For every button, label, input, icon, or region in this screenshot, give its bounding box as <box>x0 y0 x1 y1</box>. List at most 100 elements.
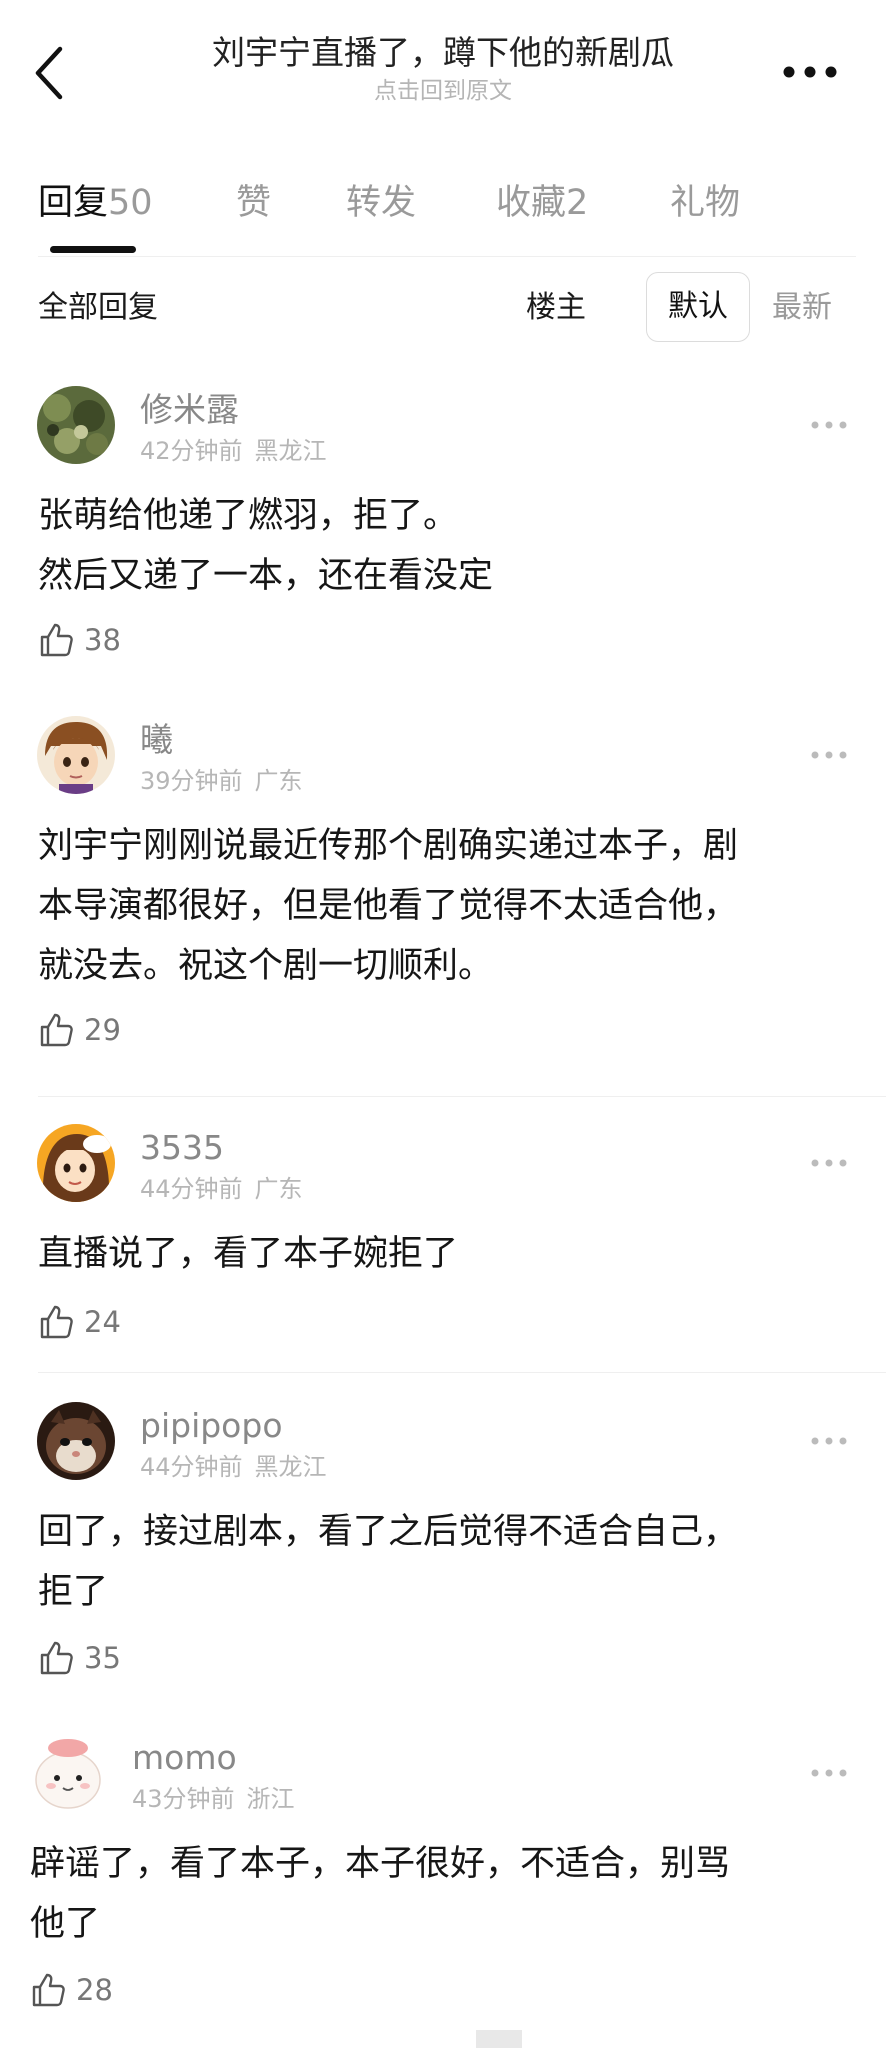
back-to-original-link[interactable]: 点击回到原文 <box>120 76 766 106</box>
username[interactable]: 曦 <box>140 720 173 760</box>
avatar[interactable] <box>37 1402 115 1480</box>
page-title: 刘宇宁直播了，蹲下他的新剧瓜 <box>212 33 674 72</box>
tab-replies[interactable]: 回复50 <box>38 180 153 226</box>
avatar-image <box>37 1124 115 1202</box>
filter-row: 全部回复 楼主 默认 最新 <box>0 268 886 348</box>
comment-meta: 43分钟前 浙江 <box>132 1784 295 1814</box>
thumbs-up-icon <box>40 1013 73 1047</box>
tab-reposts[interactable]: 转发 <box>346 180 416 226</box>
title-block: 刘宇宁直播了，蹲下他的新剧瓜 点击回到原文 <box>120 30 766 106</box>
comment-text: 张萌给他递了燃羽，拒了。 然后又递了一本，还在看没定 <box>38 486 858 606</box>
avatar-image <box>37 386 115 464</box>
tab-replies-label: 回复 <box>38 183 109 223</box>
comment-line: 张萌给他递了燃羽，拒了。 <box>38 496 459 536</box>
comment-line: 辟谣了，看了本子，本子很好，不适合，别骂 <box>30 1844 731 1884</box>
comment-time: 39分钟前 <box>140 767 243 795</box>
more-horizontal-icon <box>811 751 847 759</box>
thumbs-up-icon <box>40 1641 73 1675</box>
avatar-image <box>37 716 115 794</box>
tab-gifts-label: 礼物 <box>670 183 741 223</box>
more-horizontal-icon <box>811 1437 847 1445</box>
comment-meta: 44分钟前 黑龙江 <box>140 1452 327 1482</box>
avatar[interactable] <box>37 386 115 464</box>
like-button[interactable]: 24 <box>38 1304 121 1340</box>
comment-meta: 39分钟前 广东 <box>140 766 303 796</box>
more-horizontal-icon <box>811 1769 847 1777</box>
all-replies-label: 全部回复 <box>38 290 158 325</box>
comment-text: 直播说了，看了本子婉拒了 <box>38 1224 858 1284</box>
comment-more-button[interactable] <box>806 410 852 440</box>
tab-likes-label: 赞 <box>236 183 272 223</box>
comment-meta: 42分钟前 黑龙江 <box>140 436 327 466</box>
like-count: 29 <box>84 1013 121 1047</box>
more-horizontal-icon <box>811 421 847 429</box>
thumbs-up-icon <box>40 623 73 657</box>
back-button[interactable] <box>24 38 74 108</box>
comment-time: 44分钟前 <box>140 1453 243 1481</box>
comment-line: 回了，接过剧本，看了之后觉得不适合自己， <box>38 1512 739 1552</box>
chevron-left-icon <box>35 46 63 100</box>
username[interactable]: momo <box>132 1738 237 1778</box>
comment-divider <box>38 1096 886 1097</box>
comment-more-button[interactable] <box>806 740 852 770</box>
active-tab-indicator <box>50 246 136 253</box>
like-button[interactable]: 38 <box>38 622 121 658</box>
avatar[interactable] <box>37 1124 115 1202</box>
filter-default[interactable]: 默认 <box>646 272 750 342</box>
more-button[interactable] <box>780 52 840 92</box>
tab-favorites-label: 收藏 <box>496 183 567 223</box>
thumbs-up-icon <box>32 1973 65 2007</box>
comment-more-button[interactable] <box>806 1148 852 1178</box>
filter-owner[interactable]: 楼主 <box>526 288 586 328</box>
like-button[interactable]: 35 <box>38 1640 121 1676</box>
like-count: 38 <box>84 623 121 657</box>
username[interactable]: pipipopo <box>140 1406 283 1446</box>
avatar-image <box>37 1402 115 1480</box>
comment-line: 拒了 <box>38 1572 109 1612</box>
comment-text: 刘宇宁刚刚说最近传那个剧确实递过本子，剧 本导演都很好，但是他看了觉得不太适合他… <box>38 816 858 996</box>
comment-location: 浙江 <box>246 1785 295 1813</box>
comment-more-button[interactable] <box>806 1426 852 1456</box>
tab-reposts-label: 转发 <box>346 183 417 223</box>
comment-location: 广东 <box>254 767 303 795</box>
comment-time: 44分钟前 <box>140 1175 243 1203</box>
avatar[interactable] <box>37 716 115 794</box>
comment-text: 辟谣了，看了本子，本子很好，不适合，别骂 他了 <box>30 1834 850 1954</box>
like-count: 24 <box>84 1305 121 1339</box>
username[interactable]: 3535 <box>140 1128 224 1168</box>
thumbs-up-icon <box>40 1305 73 1339</box>
comment-meta: 44分钟前 广东 <box>140 1174 303 1204</box>
comment-divider <box>38 1372 886 1373</box>
tab-favorites-count: 2 <box>566 183 589 223</box>
top-bar: 刘宇宁直播了，蹲下他的新剧瓜 点击回到原文 <box>0 0 886 130</box>
bottom-scroll-marker <box>476 2030 522 2048</box>
like-button[interactable]: 29 <box>38 1012 121 1048</box>
avatar[interactable] <box>29 1734 107 1812</box>
like-count: 35 <box>84 1641 121 1675</box>
like-button[interactable]: 28 <box>30 1972 113 2008</box>
comment-location: 黑龙江 <box>254 1453 327 1481</box>
comment-line: 他了 <box>30 1904 101 1944</box>
tab-replies-count: 50 <box>108 183 153 223</box>
tab-bar: 回复50 赞 转发 收藏2 礼物 <box>0 170 886 258</box>
avatar-image <box>29 1734 107 1812</box>
comment-line: 刘宇宁刚刚说最近传那个剧确实递过本子，剧 <box>38 826 739 866</box>
comment-location: 黑龙江 <box>254 437 327 465</box>
comment-more-button[interactable] <box>806 1758 852 1788</box>
filter-latest[interactable]: 最新 <box>772 288 832 328</box>
comment-time: 42分钟前 <box>140 437 243 465</box>
comment-location: 广东 <box>254 1175 303 1203</box>
more-horizontal-icon <box>783 66 837 78</box>
tab-gifts[interactable]: 礼物 <box>670 180 740 226</box>
comment-line: 就没去。祝这个剧一切顺利。 <box>38 946 494 986</box>
comment-text: 回了，接过剧本，看了之后觉得不适合自己， 拒了 <box>38 1502 858 1622</box>
tab-likes[interactable]: 赞 <box>236 180 271 226</box>
comment-line: 然后又递了一本，还在看没定 <box>38 556 494 596</box>
like-count: 28 <box>76 1973 113 2007</box>
tab-favorites[interactable]: 收藏2 <box>496 180 588 226</box>
tabs-divider <box>38 256 856 257</box>
username[interactable]: 修米露 <box>140 390 239 430</box>
comment-line: 本导演都很好，但是他看了觉得不太适合他， <box>38 886 739 926</box>
more-horizontal-icon <box>811 1159 847 1167</box>
comment-time: 43分钟前 <box>132 1785 235 1813</box>
